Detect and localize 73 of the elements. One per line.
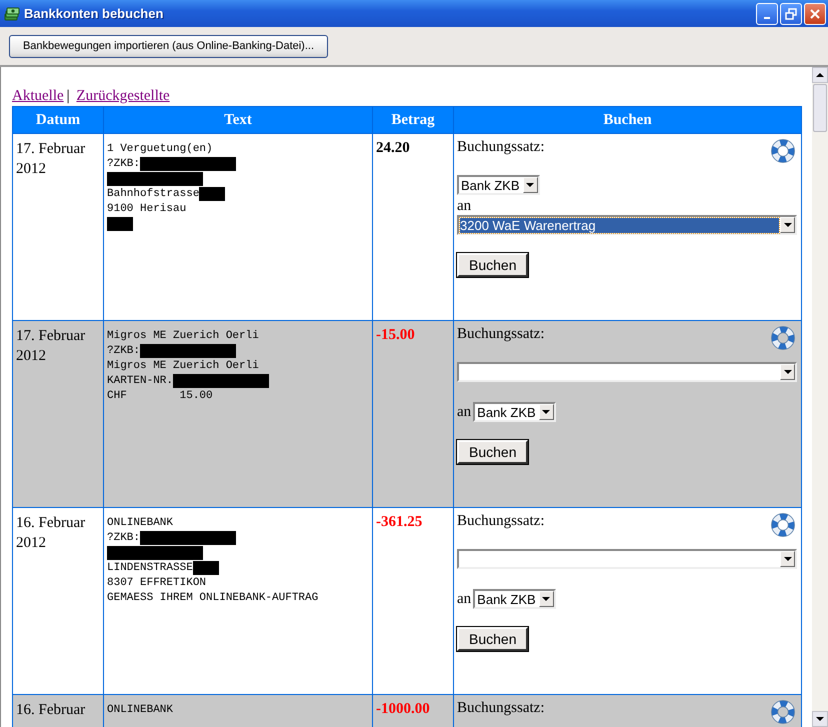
date-text: 2012 (16, 534, 47, 553)
account-select[interactable]: Bank ZKB (473, 589, 556, 609)
lifebuoy-icon[interactable] (771, 513, 795, 537)
date-text: 17. Februar (16, 140, 86, 159)
scroll-up-icon (816, 73, 824, 77)
transaction-text: GEMAESS IHREM ONLINEBANK-AUFTRAG (107, 592, 318, 604)
transaction-text: ONLINEBANK (107, 704, 174, 716)
transaction-text: Migros ME Zuerich Oerli (107, 330, 259, 342)
account-select[interactable] (457, 549, 797, 569)
scrollbar[interactable] (812, 67, 828, 727)
caret-icon (526, 183, 534, 187)
scroll-down-icon (816, 717, 824, 721)
book-button[interactable]: Buchen (457, 253, 528, 277)
account-select[interactable] (457, 362, 797, 382)
transaction-text: ?ZKB: (107, 158, 140, 170)
column-header: Buchen (454, 106, 802, 134)
caret-icon (784, 223, 792, 227)
booking-label: Buchungssatz: (457, 513, 544, 530)
amount-text: -1000.00 (376, 701, 430, 717)
transaction-text: LINDENSTRASSE (107, 562, 193, 574)
view-link[interactable]: Zurückgestellte (76, 88, 170, 104)
column-header: Text (104, 106, 372, 134)
booking-label: Buchungssatz: (457, 326, 544, 343)
transaction-text: KARTEN-NR. (107, 374, 174, 386)
account-select[interactable]: 3200 WaE Warenertrag (457, 215, 797, 235)
column-header: Betrag (372, 106, 454, 134)
booking-label: Buchungssatz: (457, 139, 544, 156)
window-title: Bankkonten bebuchen (24, 6, 164, 21)
lifebuoy-icon[interactable] (771, 326, 795, 350)
close-icon (809, 8, 821, 20)
scroll-thumb[interactable] (813, 84, 827, 132)
account-select[interactable]: Bank ZKB (457, 175, 540, 195)
date-text: 2012 (16, 347, 47, 366)
lifebuoy-icon[interactable] (771, 139, 795, 163)
caret-icon (784, 557, 792, 561)
connector-text: an (457, 590, 472, 608)
booking-label: Buchungssatz: (457, 700, 544, 717)
connector-text: an (457, 404, 472, 420)
transaction-text: 1 Verguetung(en) (107, 142, 213, 154)
close-button[interactable] (804, 2, 826, 24)
transaction-text: Migros ME Zuerich Oerli (107, 360, 259, 372)
column-header: Datum (12, 106, 104, 134)
date-text: 17. Februar (16, 327, 86, 346)
transaction-text: ?ZKB: (107, 532, 140, 544)
caret-icon (784, 370, 792, 374)
restore-icon (785, 8, 797, 20)
lifebuoy-icon[interactable] (771, 700, 795, 724)
connector-text: an (457, 198, 472, 215)
transaction-text: Bahnhofstrasse (107, 188, 200, 200)
book-button[interactable]: Buchen (457, 440, 528, 464)
transaction-text: ?ZKB: (107, 344, 140, 356)
book-button[interactable]: Buchen (457, 627, 528, 651)
transaction-text: CHF 15.00 (107, 390, 213, 402)
restore-button[interactable] (780, 2, 802, 24)
transaction-text: ONLINEBANK (107, 516, 174, 528)
redaction-block (107, 216, 133, 230)
amount-text: 24.20 (376, 140, 410, 156)
caret-icon (542, 597, 550, 601)
money-stack-icon (4, 6, 20, 22)
transaction-text: 9100 Herisau (107, 202, 186, 214)
date-text: 2012 (16, 160, 47, 179)
transaction-text: 8307 EFFRETIKON (107, 576, 206, 588)
link-separator: | (66, 88, 70, 104)
amount-text: -15.00 (376, 327, 415, 343)
import-button[interactable]: Bankbewegungen importieren (aus Online-Banking-Datei)... (9, 34, 328, 58)
date-text: 16. Februar (16, 701, 86, 720)
caret-icon (542, 410, 550, 414)
minimize-icon (764, 16, 770, 18)
date-text: 16. Februar (16, 514, 86, 533)
account-select[interactable]: Bank ZKB (473, 402, 556, 422)
minimize-button[interactable] (756, 2, 778, 24)
amount-text: -361.25 (376, 514, 422, 530)
view-link[interactable]: Aktuelle (12, 88, 64, 104)
